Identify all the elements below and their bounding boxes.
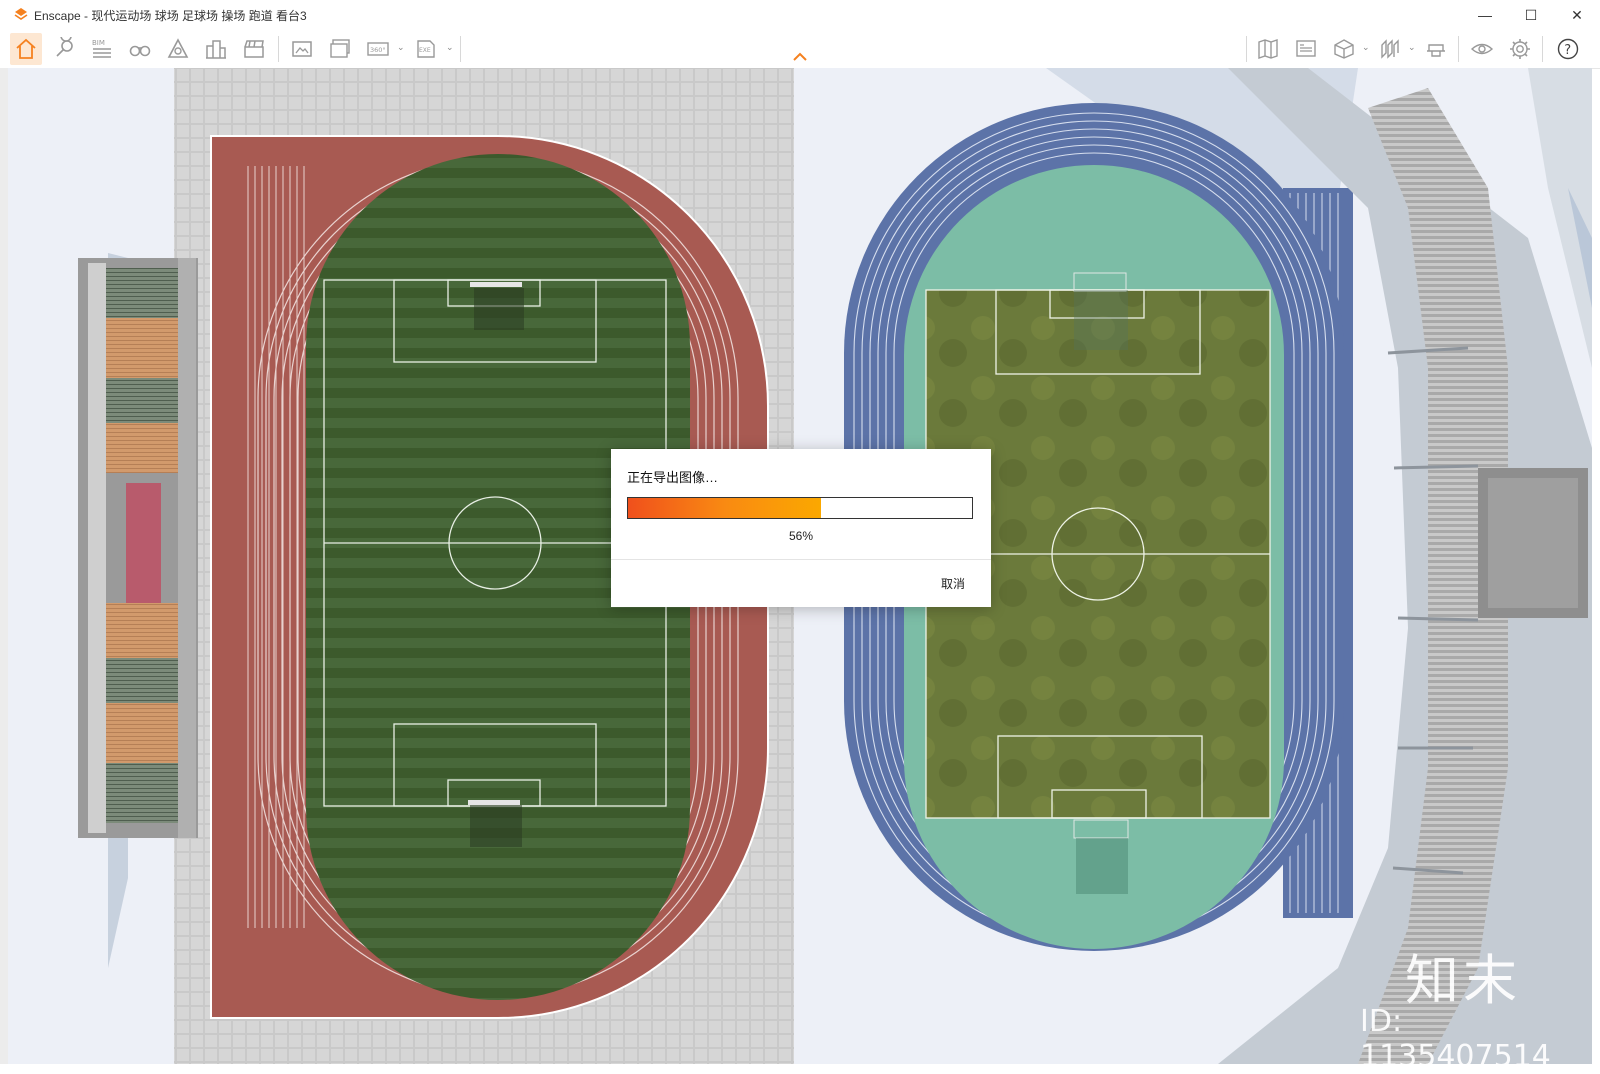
dialog-title: 正在导出图像… bbox=[627, 470, 719, 485]
map-button[interactable] bbox=[1252, 33, 1284, 65]
sections-icon bbox=[1381, 39, 1399, 59]
hat-button[interactable] bbox=[1420, 33, 1452, 65]
export-exe-icon: EXE bbox=[417, 40, 435, 58]
eye-icon bbox=[1470, 43, 1494, 55]
settings-gear-icon bbox=[1510, 39, 1530, 59]
screenshot-icon bbox=[292, 41, 312, 57]
close-button[interactable]: ✕ bbox=[1554, 0, 1600, 30]
object-button[interactable] bbox=[1328, 33, 1360, 65]
bim-label: BIM bbox=[92, 39, 105, 47]
asset-library-icon bbox=[167, 38, 189, 58]
batch-render-icon bbox=[330, 39, 350, 58]
enscape-logo-icon bbox=[14, 8, 28, 20]
panorama-360-icon: 360° bbox=[367, 42, 389, 56]
home-button[interactable] bbox=[10, 33, 42, 65]
collapse-toolbar-chevron-icon[interactable] bbox=[792, 52, 808, 62]
home-icon bbox=[16, 38, 36, 59]
panorama-dropdown-chevron-icon[interactable]: ⌄ bbox=[397, 42, 405, 53]
buildings-icon bbox=[206, 40, 226, 59]
enscape-window: Enscape - 现代运动场 球场 足球场 操场 跑道 看台3 — ☐ ✕ B… bbox=[0, 0, 1600, 1074]
object-dropdown-chevron-icon[interactable]: ⌄ bbox=[1362, 42, 1370, 53]
left-edge-strip bbox=[0, 68, 8, 1064]
sections-button[interactable] bbox=[1374, 33, 1406, 65]
progress-percentage: 56% bbox=[788, 529, 814, 543]
window-title: Enscape - 现代运动场 球场 足球场 操场 跑道 看台3 bbox=[34, 9, 307, 23]
settings-button[interactable] bbox=[1504, 33, 1536, 65]
export-dropdown-chevron-icon[interactable]: ⌄ bbox=[446, 42, 454, 53]
bim-button[interactable]: BIM bbox=[86, 33, 118, 65]
main-toolbar: BIM 360° ⌄ EXE ⌄ ⌄ ⌄ ? bbox=[0, 30, 1600, 69]
view-management-button[interactable] bbox=[1290, 33, 1322, 65]
location-button[interactable] bbox=[48, 33, 80, 65]
help-icon: ? bbox=[1557, 38, 1579, 60]
visual-settings-button[interactable] bbox=[1466, 33, 1498, 65]
video-editor-button[interactable] bbox=[238, 33, 270, 65]
panorama-label: 360° bbox=[370, 46, 386, 54]
export-progress-bar bbox=[627, 497, 973, 519]
title-bar: Enscape - 现代运动场 球场 足球场 操场 跑道 看台3 — ☐ ✕ bbox=[0, 0, 1600, 31]
cube-icon bbox=[1334, 39, 1354, 59]
cancel-button[interactable]: 取消 bbox=[941, 575, 965, 592]
maximize-button[interactable]: ☐ bbox=[1508, 0, 1554, 30]
sections-dropdown-chevron-icon[interactable]: ⌄ bbox=[1408, 42, 1416, 53]
binoculars-icon bbox=[129, 45, 151, 57]
asset-library-button[interactable] bbox=[162, 33, 194, 65]
panorama-button[interactable]: 360° bbox=[362, 33, 394, 65]
help-button[interactable]: ? bbox=[1552, 33, 1584, 65]
bim-icon: BIM bbox=[92, 39, 111, 58]
view-management-icon bbox=[1296, 40, 1316, 57]
help-label: ? bbox=[1564, 43, 1571, 58]
progress-fill bbox=[628, 498, 821, 518]
walk-mode-button[interactable] bbox=[124, 33, 156, 65]
map-icon bbox=[1258, 39, 1278, 59]
location-pin-icon bbox=[56, 37, 73, 57]
buildings-button[interactable] bbox=[200, 33, 232, 65]
export-progress-dialog: 正在导出图像… 56% 取消 bbox=[611, 449, 991, 607]
batch-render-button[interactable] bbox=[324, 33, 356, 65]
export-label: EXE bbox=[419, 47, 431, 54]
minimize-button[interactable]: — bbox=[1462, 0, 1508, 30]
export-button[interactable]: EXE bbox=[410, 33, 442, 65]
clapperboard-icon bbox=[244, 40, 264, 58]
screenshot-button[interactable] bbox=[286, 33, 318, 65]
hat-icon bbox=[1427, 44, 1445, 57]
dialog-divider bbox=[611, 559, 991, 560]
